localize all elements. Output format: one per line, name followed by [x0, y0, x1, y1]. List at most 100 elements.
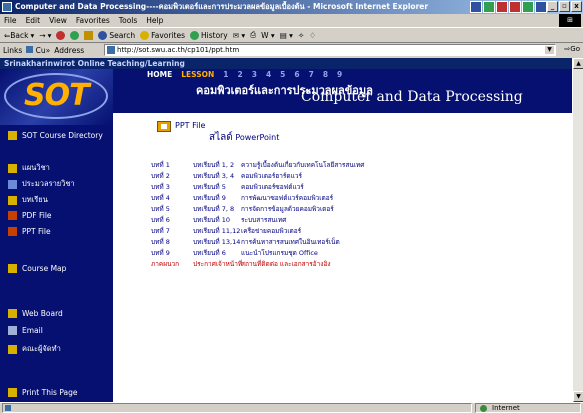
- messenger-icon[interactable]: ✧: [298, 31, 304, 40]
- tray-icon[interactable]: [522, 1, 534, 13]
- chapter-number: บทที่ 6: [151, 216, 170, 224]
- links-label[interactable]: Links: [3, 46, 22, 55]
- standard-toolbar: ⇐Back ▾ → ▾ Search Favorites History ✉ ▾…: [0, 27, 583, 43]
- menu-view[interactable]: View: [49, 16, 67, 25]
- sidebar-item-course-plan[interactable]: แผนวิชา: [8, 162, 50, 174]
- search-label: Search: [109, 30, 136, 40]
- tray-icon[interactable]: [496, 1, 508, 13]
- page-done-icon: [5, 405, 11, 411]
- print-icon[interactable]: ⎙: [250, 30, 256, 40]
- sidebar-item-email[interactable]: Email: [8, 326, 43, 335]
- chapter-row[interactable]: บทที่ 6 บทเรียนที่ 10 ระบบสารสนเทศ: [151, 215, 286, 225]
- lesson-link-8[interactable]: 8: [323, 70, 328, 79]
- tray-icon[interactable]: [535, 1, 547, 13]
- close-button[interactable]: x: [571, 1, 582, 12]
- sidebar-item-ppt[interactable]: PPT File: [8, 227, 51, 236]
- lesson-link-7[interactable]: 7: [309, 70, 314, 79]
- forward-button[interactable]: → ▾: [39, 31, 51, 40]
- vertical-scrollbar[interactable]: ▲ ▼: [572, 58, 583, 402]
- chapter-row[interactable]: บทที่ 7 บทเรียนที่ 11,12 เครือข่ายคอมพิวเต…: [151, 226, 301, 236]
- home-link[interactable]: HOME: [147, 70, 172, 79]
- sidebar-item-print[interactable]: Print This Page: [8, 388, 78, 397]
- tray-icon[interactable]: [509, 1, 521, 13]
- chapter-title: การพัฒนาซอฟต์แวร์คอมพิวเตอร์: [241, 194, 334, 202]
- history-button[interactable]: History: [190, 30, 228, 40]
- menu-edit[interactable]: Edit: [26, 16, 41, 25]
- sidebar-item-label: Web Board: [22, 309, 63, 318]
- tray-icon[interactable]: [470, 1, 482, 13]
- sidebar-item-authors[interactable]: คณะผู้จัดทำ: [8, 343, 61, 355]
- chapter-title: การค้นหาสารสนเทศในอินเทอร์เน็ต: [241, 238, 340, 246]
- menu-file[interactable]: File: [4, 16, 17, 25]
- favorites-button[interactable]: Favorites: [140, 30, 185, 40]
- scroll-down-icon[interactable]: ▼: [573, 391, 583, 402]
- menu-help[interactable]: Help: [146, 16, 163, 25]
- chapter-row[interactable]: บทที่ 4 บทเรียนที่ 9 การพัฒนาซอฟต์แวร์คอมพ…: [151, 193, 333, 203]
- directory-icon: [8, 131, 17, 140]
- home-icon[interactable]: [84, 30, 94, 40]
- chevron-down-icon[interactable]: ▼: [545, 46, 554, 54]
- chapter-row[interactable]: บทที่ 9 บทเรียนที่ 6 แนะนำโปรแกรมชุด Offic…: [151, 248, 318, 258]
- sidebar-item-label: คณะผู้จัดทำ: [22, 344, 61, 353]
- stop-icon[interactable]: [56, 30, 66, 40]
- chapter-row[interactable]: ภาคผนวก ประกาศเจ้าหน้าที่ สถานที่ติดต่อ แล…: [151, 259, 331, 269]
- tray-icon[interactable]: [483, 1, 495, 13]
- chevron-icon: »: [45, 46, 51, 55]
- edit-icon[interactable]: W ▾: [261, 31, 275, 40]
- sidebar-item-label: บทเรียน: [22, 195, 48, 204]
- discuss-icon[interactable]: ▤ ▾: [280, 31, 293, 40]
- sidebar-item-pdf[interactable]: PDF File: [8, 211, 52, 220]
- links-cu[interactable]: Cu»: [26, 46, 50, 55]
- sot-logo[interactable]: SOT: [0, 69, 113, 125]
- chapter-title: คอมพิวเตอร์ซอฟต์แวร์: [241, 183, 304, 191]
- lessons-icon: [8, 195, 17, 205]
- lesson-link-1[interactable]: 1: [223, 70, 228, 79]
- lesson-link-5[interactable]: 5: [280, 70, 285, 79]
- minimize-button[interactable]: _: [547, 1, 558, 12]
- go-button[interactable]: ⇨Go: [564, 45, 580, 53]
- globe-icon: [480, 405, 487, 412]
- address-input[interactable]: http://sot.swu.ac.th/cp101/ppt.htm ▼: [104, 44, 556, 56]
- chapter-row[interactable]: บทที่ 1 บทเรียนที่ 1, 2 ความรู้เบื้องต้นเก…: [151, 160, 364, 170]
- search-button[interactable]: Search: [98, 30, 136, 40]
- main-area: HOME LESSON 1 2 3 4 5 6 7 8 9 คอมพิวเตอร…: [113, 69, 572, 402]
- chapter-row[interactable]: บทที่ 5 บทเรียนที่ 7, 8 การจัดการข้อมูลด้ว…: [151, 204, 334, 214]
- ppt-heading-label: PPT File: [175, 121, 206, 130]
- menu-favorites[interactable]: Favorites: [76, 16, 110, 25]
- refresh-icon[interactable]: [70, 30, 80, 40]
- lesson-link-9[interactable]: 9: [337, 70, 342, 79]
- chapter-title: ระบบสารสนเทศ: [241, 216, 287, 224]
- go-label: Go: [570, 45, 580, 53]
- back-button[interactable]: ⇐Back ▾: [4, 31, 34, 40]
- maximize-button[interactable]: ▫: [559, 1, 570, 12]
- lesson-link-3[interactable]: 3: [252, 70, 257, 79]
- chapter-row[interactable]: บทที่ 3 บทเรียนที่ 5 คอมพิวเตอร์ซอฟต์แวร์: [151, 182, 304, 192]
- chapter-row[interactable]: บทที่ 2 บทเรียนที่ 3, 4 คอมพิวเตอร์ฮาร์ดแว…: [151, 171, 302, 181]
- chapter-number: บทที่ 8: [151, 238, 170, 246]
- sidebar-item-course-map[interactable]: Course Map: [8, 264, 66, 273]
- favorites-label: Favorites: [151, 30, 185, 40]
- chapter-title: เครือข่ายคอมพิวเตอร์: [241, 227, 302, 235]
- sidebar-item-course-directory[interactable]: SOT Course Directory: [8, 131, 103, 140]
- sidebar-item-lessons[interactable]: บทเรียน: [8, 194, 48, 206]
- sidebar-item-syllabus[interactable]: ประมวลรายวิชา: [8, 178, 75, 190]
- address-url: http://sot.swu.ac.th/cp101/ppt.htm: [117, 46, 240, 54]
- chapter-row[interactable]: บทที่ 8 บทเรียนที่ 13,14 การค้นหาสารสนเทศใ…: [151, 237, 340, 247]
- chapter-lessons: บทเรียนที่ 13,14: [193, 238, 241, 246]
- sidebar-item-label: Print This Page: [22, 388, 78, 397]
- chapter-lessons: บทเรียนที่ 5: [193, 183, 226, 191]
- related-icon[interactable]: ♢: [309, 31, 316, 40]
- lesson-link-4[interactable]: 4: [266, 70, 271, 79]
- lesson-link-2[interactable]: 2: [238, 70, 243, 79]
- course-title-english: Computer and Data Processing: [301, 89, 523, 105]
- syllabus-icon: [8, 179, 17, 189]
- scroll-up-icon[interactable]: ▲: [573, 58, 583, 69]
- link-icon: [26, 46, 34, 53]
- mail-icon[interactable]: ✉ ▾: [233, 31, 245, 40]
- site-header: Srinakharinwirot Online Teaching/Learnin…: [0, 58, 572, 69]
- sidebar-item-webboard[interactable]: Web Board: [8, 309, 63, 318]
- ppt-folder-icon: [157, 121, 171, 132]
- lesson-link-6[interactable]: 6: [294, 70, 299, 79]
- history-label: History: [201, 30, 228, 40]
- menu-tools[interactable]: Tools: [119, 16, 137, 25]
